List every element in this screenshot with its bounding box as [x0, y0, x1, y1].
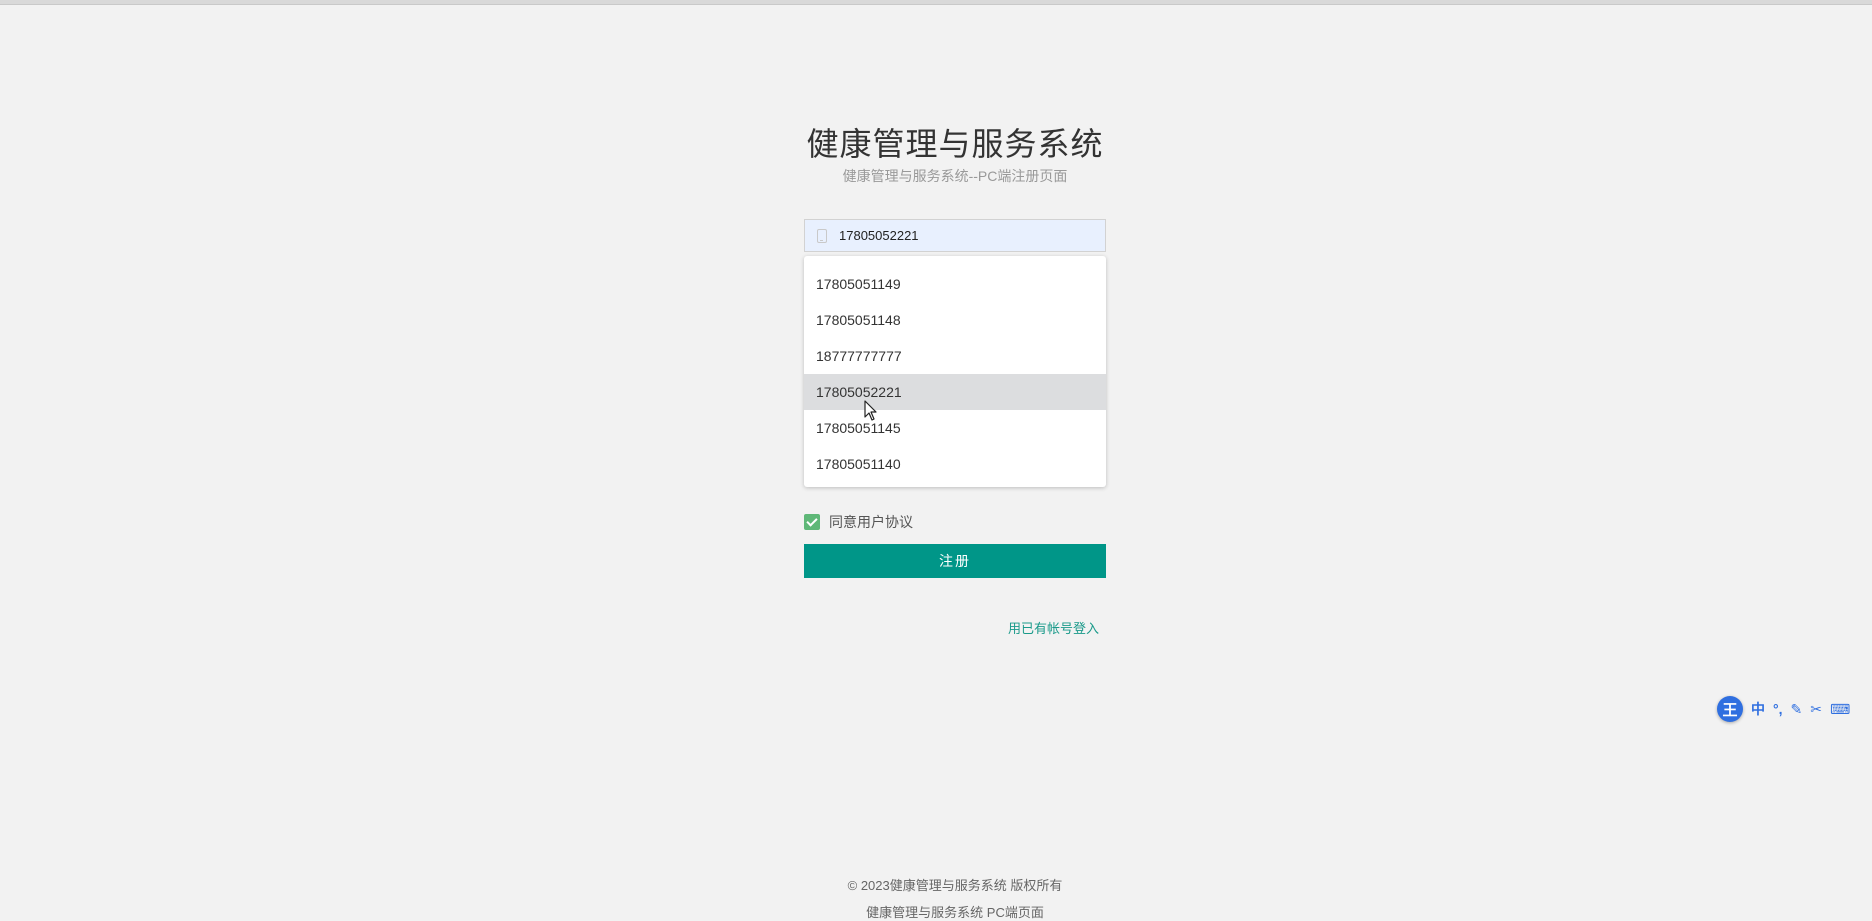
autocomplete-item[interactable]: 17805051148 — [804, 302, 1106, 338]
footer-copyright: © 2023健康管理与服务系统 版权所有 — [847, 878, 1063, 893]
ime-keyboard-icon[interactable]: ⌨ — [1830, 695, 1850, 723]
agree-label: 同意用户协议 — [829, 514, 913, 530]
ime-handwriting-icon[interactable]: ✎ — [1791, 695, 1803, 723]
ime-chinese-mode-icon[interactable]: 中 — [1751, 695, 1765, 723]
page-title: 健康管理与服务系统 — [806, 126, 1104, 162]
autocomplete-item[interactable]: 18777777777 — [804, 338, 1106, 374]
agree-checkbox[interactable] — [804, 514, 820, 530]
login-existing-account-link[interactable]: 用已有帐号登入 — [1008, 618, 1099, 637]
autocomplete-item-selected[interactable]: 17805052221 — [804, 374, 1106, 410]
footer-subtitle: 健康管理与服务系统 PC端页面 — [866, 905, 1044, 920]
browser-top-border — [0, 0, 1872, 5]
phone-field[interactable] — [804, 219, 1106, 252]
register-button[interactable]: 注册 — [804, 544, 1106, 578]
mouse-cursor-icon — [864, 400, 877, 421]
autocomplete-item[interactable]: 17805051140 — [804, 446, 1106, 482]
autocomplete-dropdown: 17805051149 17805051148 18777777777 1780… — [804, 256, 1106, 487]
ime-toolbar: 王 中 °, ✎ ✂ ⌨ — [1717, 695, 1872, 723]
autocomplete-item[interactable]: 17805051145 — [804, 410, 1106, 446]
autocomplete-item[interactable]: 17805051149 — [804, 266, 1106, 302]
ime-punctuation-icon[interactable]: °, — [1773, 695, 1783, 723]
ime-logo-icon[interactable]: 王 — [1717, 696, 1743, 722]
page-subtitle: 健康管理与服务系统--PC端注册页面 — [842, 168, 1068, 184]
phone-input[interactable] — [839, 220, 1099, 251]
mobile-phone-icon — [817, 229, 827, 243]
agree-terms-row[interactable]: 同意用户协议 — [804, 513, 913, 531]
ime-screenshot-icon[interactable]: ✂ — [1810, 695, 1822, 723]
